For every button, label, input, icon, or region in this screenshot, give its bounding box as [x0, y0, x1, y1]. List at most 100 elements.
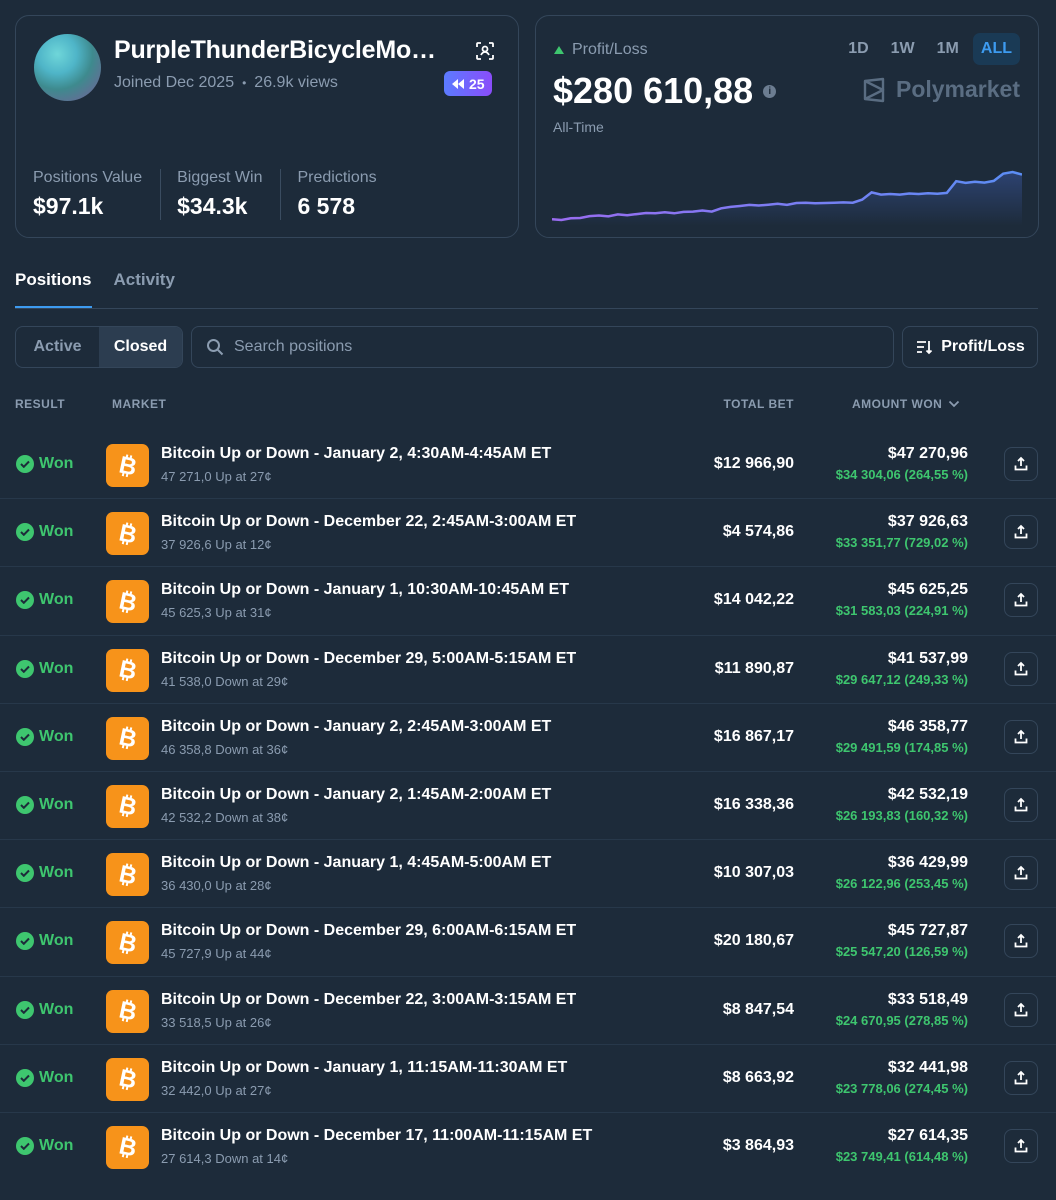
badge-count: 25	[469, 75, 485, 92]
positions-table: Won B Bitcoin Up or Down - January 2, 4:…	[0, 431, 1056, 1181]
table-row[interactable]: Won B Bitcoin Up or Down - January 2, 4:…	[0, 431, 1056, 500]
result-label: Won	[39, 1068, 74, 1086]
bitcoin-icon: B	[106, 512, 149, 556]
share-icon	[1014, 524, 1028, 539]
table-row[interactable]: Won B Bitcoin Up or Down - January 1, 11…	[0, 1045, 1056, 1113]
timeframe-all[interactable]: ALL	[972, 33, 1020, 65]
market-title[interactable]: Bitcoin Up or Down - January 1, 4:45AM-5…	[161, 854, 551, 872]
bitcoin-icon: B	[106, 1057, 149, 1101]
table-row[interactable]: Won B Bitcoin Up or Down - December 17, …	[0, 1113, 1056, 1181]
up-arrow-icon	[554, 46, 564, 54]
profit-amount: $24 670,95 (278,85 %)	[835, 1012, 968, 1028]
share-button[interactable]	[1004, 651, 1038, 686]
filter-active-button[interactable]: Active	[16, 327, 99, 367]
tab-activity[interactable]: Activity	[114, 270, 175, 308]
share-button[interactable]	[1004, 515, 1038, 550]
stat-label: Positions Value	[33, 169, 143, 186]
market-title[interactable]: Bitcoin Up or Down - January 2, 2:45AM-3…	[161, 718, 551, 736]
share-button[interactable]	[1004, 583, 1038, 618]
bitcoin-icon: B	[106, 921, 149, 965]
amount-won: $27 614,35	[887, 1126, 968, 1144]
share-button[interactable]	[1004, 719, 1038, 754]
market-shares: 46 358,8 Down at 36¢	[161, 741, 289, 757]
result-status: Won	[16, 1068, 74, 1087]
share-icon	[1014, 661, 1028, 675]
rewind-badge[interactable]: 25	[444, 71, 492, 96]
header-amount-won-label: AMOUNT WON	[852, 397, 943, 411]
market-title[interactable]: Bitcoin Up or Down - January 1, 11:15AM-…	[161, 1059, 567, 1077]
amount-won: $45 625,25	[887, 581, 968, 599]
market-shares: 27 614,3 Down at 14¢	[161, 1150, 289, 1166]
profit-amount: $26 193,83 (160,32 %)	[835, 807, 968, 823]
timeframe-1w[interactable]: 1W	[883, 33, 923, 65]
profit-amount: $23 749,41 (614,48 %)	[835, 1148, 968, 1164]
scan-profile-icon[interactable]	[474, 40, 496, 62]
header-market: MARKET	[112, 397, 167, 411]
market-title[interactable]: Bitcoin Up or Down - January 2, 1:45AM-2…	[161, 786, 551, 804]
total-bet: $16 867,17	[713, 727, 794, 745]
table-row[interactable]: Won B Bitcoin Up or Down - December 22, …	[0, 499, 1056, 568]
avatar[interactable]	[34, 34, 101, 101]
check-circle-icon	[16, 1000, 34, 1019]
timeframe-1m[interactable]: 1M	[929, 33, 967, 65]
total-bet: $14 042,22	[713, 591, 794, 609]
share-icon	[1014, 1138, 1028, 1153]
market-shares: 45 727,9 Up at 44¢	[161, 946, 272, 962]
filter-closed-button[interactable]: Closed	[99, 327, 182, 367]
result-status: Won	[16, 864, 73, 883]
check-circle-icon	[16, 1068, 34, 1087]
market-title[interactable]: Bitcoin Up or Down - December 22, 2:45AM…	[161, 513, 576, 531]
header-total-bet[interactable]: TOTAL BET	[724, 397, 795, 411]
header-amount-won[interactable]: AMOUNT WON	[852, 397, 960, 411]
market-title[interactable]: Bitcoin Up or Down - December 17, 11:00A…	[161, 1127, 592, 1145]
section-tabs: Positions Activity	[15, 270, 175, 308]
stat-value: $97.1k	[33, 193, 104, 219]
market-title[interactable]: Bitcoin Up or Down - December 22, 3:00AM…	[161, 991, 576, 1009]
total-bet: $4 574,86	[722, 523, 794, 541]
info-icon[interactable]: i	[763, 84, 777, 98]
stat-positions-value: Positions Value $97.1k	[33, 169, 162, 220]
share-button[interactable]	[1004, 787, 1038, 822]
amount-won: $33 518,49	[887, 990, 968, 1008]
bitcoin-icon: B	[106, 716, 149, 760]
timeframe-1d[interactable]: 1D	[840, 33, 876, 65]
share-button[interactable]	[1004, 1060, 1038, 1095]
result-status: Won	[16, 659, 73, 678]
amount-won: $42 532,19	[887, 785, 968, 803]
stat-label: Biggest Win	[177, 169, 263, 186]
profit-amount: $31 583,03 (224,91 %)	[835, 603, 968, 619]
timeframe-selector: 1D 1W 1M ALL	[840, 33, 1020, 65]
total-bet: $8 663,92	[722, 1068, 794, 1086]
sort-button[interactable]: Profit/Loss	[902, 326, 1038, 368]
total-bet: $3 864,93	[722, 1136, 794, 1154]
check-circle-icon	[16, 795, 34, 814]
table-row[interactable]: Won B Bitcoin Up or Down - December 29, …	[0, 636, 1056, 704]
result-label: Won	[39, 727, 74, 745]
table-row[interactable]: Won B Bitcoin Up or Down - December 22, …	[0, 977, 1056, 1045]
share-button[interactable]	[1004, 447, 1038, 481]
search-input[interactable]	[234, 338, 834, 356]
bitcoin-icon: B	[106, 989, 149, 1033]
stat-value: 6 578	[297, 193, 356, 219]
share-button[interactable]	[1004, 856, 1038, 891]
result-status: Won	[16, 1136, 73, 1155]
table-row[interactable]: Won B Bitcoin Up or Down - January 2, 2:…	[0, 704, 1056, 772]
username: PurpleThunderBicycleMo…	[114, 36, 436, 64]
bitcoin-icon: B	[106, 444, 149, 487]
result-status: Won	[16, 727, 74, 746]
market-shares: 33 518,5 Up at 26¢	[161, 1014, 272, 1030]
table-row[interactable]: Won B Bitcoin Up or Down - December 29, …	[0, 908, 1056, 977]
share-button[interactable]	[1004, 924, 1038, 959]
market-title[interactable]: Bitcoin Up or Down - December 29, 6:00AM…	[161, 922, 576, 940]
share-button[interactable]	[1004, 1128, 1038, 1163]
table-row[interactable]: Won B Bitcoin Up or Down - January 1, 10…	[0, 567, 1056, 636]
market-title[interactable]: Bitcoin Up or Down - January 2, 4:30AM-4…	[161, 445, 551, 463]
share-button[interactable]	[1004, 992, 1038, 1027]
table-row[interactable]: Won B Bitcoin Up or Down - January 1, 4:…	[0, 840, 1056, 909]
market-title[interactable]: Bitcoin Up or Down - January 1, 10:30AM-…	[161, 581, 569, 599]
stat-biggest-win: Biggest Win $34.3k	[177, 169, 282, 220]
table-row[interactable]: Won B Bitcoin Up or Down - January 2, 1:…	[0, 772, 1056, 841]
tab-positions[interactable]: Positions	[15, 270, 92, 308]
profit-amount: $34 304,06 (264,55 %)	[835, 467, 968, 482]
market-title[interactable]: Bitcoin Up or Down - December 29, 5:00AM…	[161, 650, 576, 668]
